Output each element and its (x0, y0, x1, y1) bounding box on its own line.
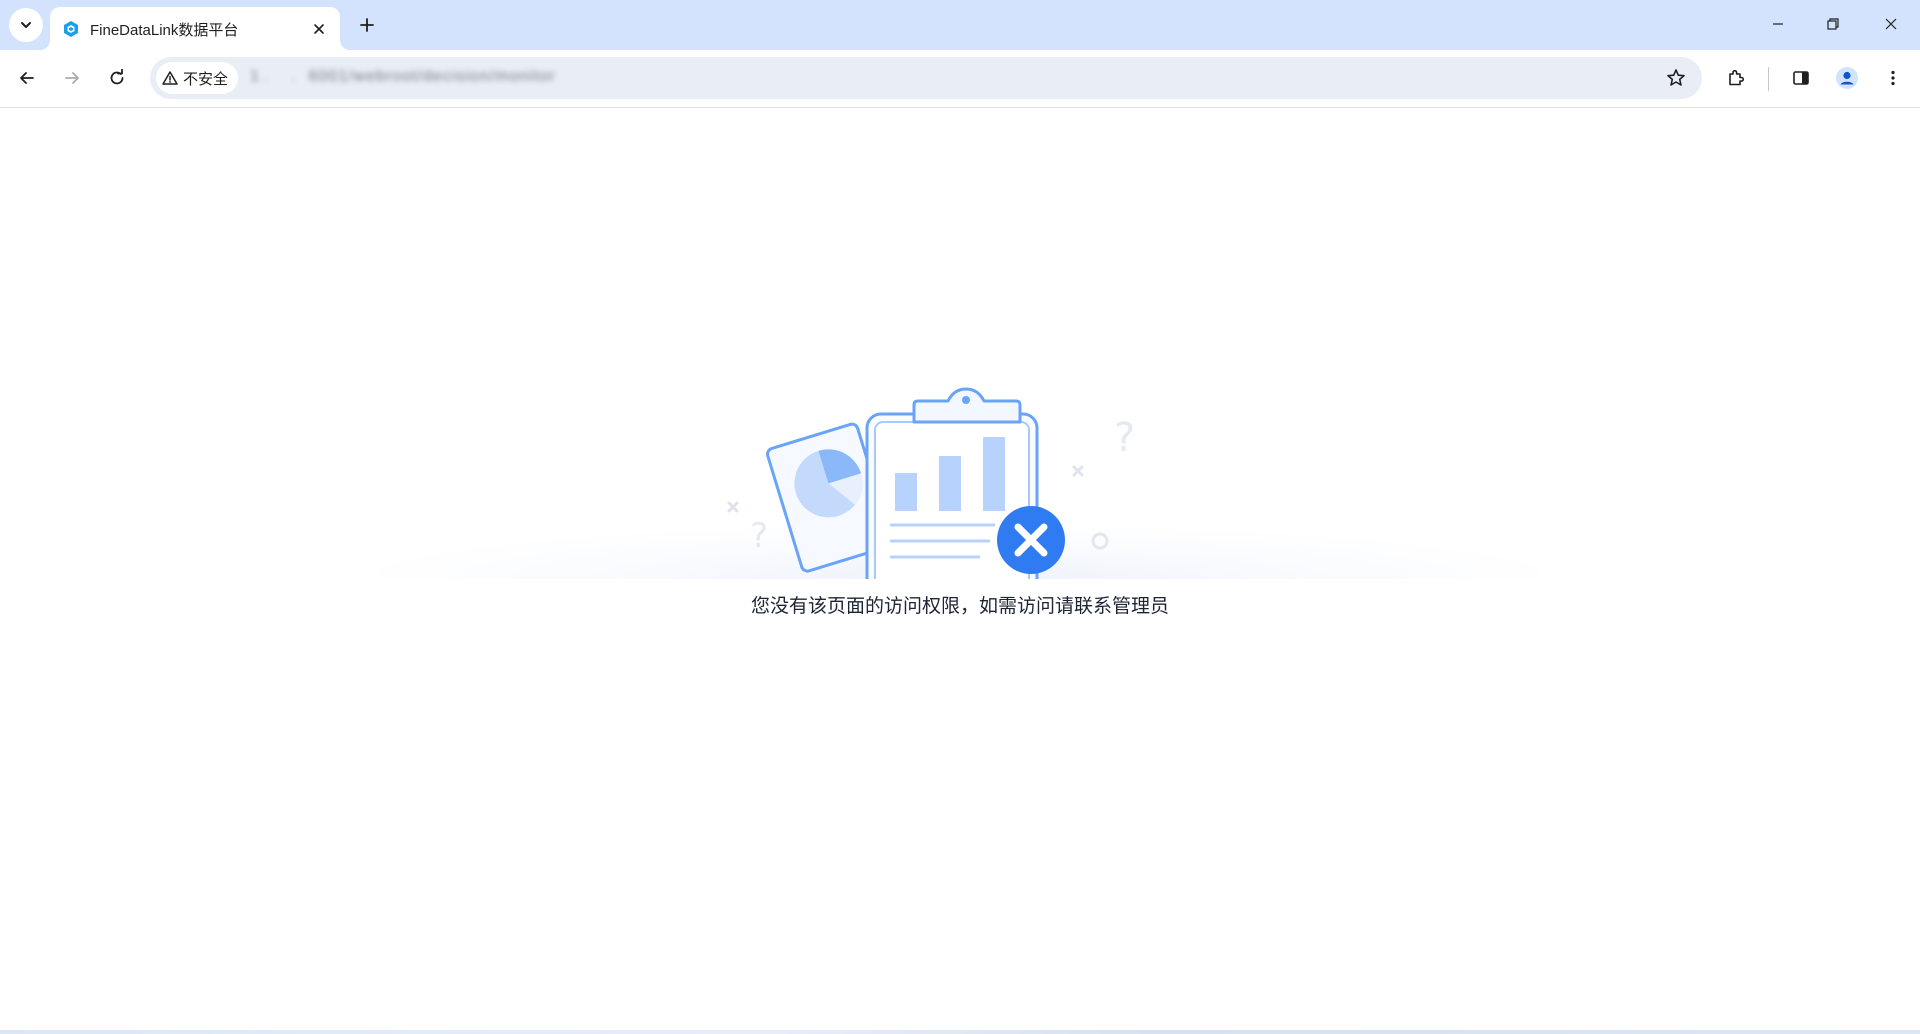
warning-triangle-icon (162, 71, 178, 85)
browser-window: FineDataLink数据平台 不安全 1 . . 6001/webroot/… (0, 0, 1920, 1034)
active-tab[interactable]: FineDataLink数据平台 (50, 7, 340, 50)
avatar-icon (1836, 67, 1858, 89)
reload-button[interactable] (99, 60, 135, 96)
back-button[interactable] (9, 60, 45, 96)
reload-icon (110, 69, 124, 85)
tab-title: FineDataLink数据平台 (90, 22, 239, 39)
error-x-icon (997, 506, 1065, 574)
no-permission-message: 您没有该页面的访问权限，如需访问请联系管理员 (750, 596, 1169, 617)
minimize-icon (1773, 23, 1783, 25)
new-tab-button[interactable] (352, 10, 382, 40)
more-vertical-icon (1891, 70, 1895, 86)
window-close-button[interactable] (1869, 4, 1913, 44)
tab-close-button[interactable] (308, 18, 330, 40)
arrow-left-icon (20, 72, 34, 84)
security-chip[interactable]: 不安全 (156, 62, 239, 94)
svg-text:?: ? (1114, 415, 1135, 461)
plus-icon (360, 18, 374, 32)
close-icon (1885, 18, 1897, 30)
url-text[interactable]: 1 . . 6001/webroot/decision/monitor (250, 68, 556, 86)
tab-strip: FineDataLink数据平台 (0, 0, 1920, 50)
browser-toolbar: 不安全 1 . . 6001/webroot/decision/monitor (0, 50, 1920, 108)
arrow-right-icon (65, 72, 79, 84)
profile-button[interactable] (1829, 60, 1865, 96)
security-label: 不安全 (183, 70, 229, 88)
minimize-button[interactable] (1756, 4, 1800, 44)
address-bar[interactable]: 不安全 1 . . 6001/webroot/decision/monitor (150, 57, 1702, 99)
extensions-button[interactable] (1718, 60, 1754, 96)
chevron-down-icon (21, 22, 31, 28)
restore-button[interactable] (1811, 4, 1855, 44)
toolbar-divider (1768, 67, 1769, 91)
tab-search-button[interactable] (9, 8, 43, 42)
restore-icon (1827, 18, 1839, 30)
svg-text:?: ? (750, 516, 768, 556)
close-icon (314, 24, 324, 34)
puzzle-icon (1729, 69, 1745, 86)
no-permission-illustration: ? ? (727, 387, 1135, 579)
side-panel-icon (1793, 71, 1809, 85)
side-panel-button[interactable] (1783, 60, 1819, 96)
finedatalink-logo-icon (64, 21, 78, 37)
forward-button[interactable] (54, 60, 90, 96)
page-content: ? ? 您没有该页面的访问权限，如需访问请联系管理员 (0, 109, 1920, 1034)
bottom-strip (0, 1030, 1920, 1034)
menu-button[interactable] (1875, 60, 1911, 96)
bookmark-button[interactable] (1660, 62, 1692, 94)
star-icon (1667, 69, 1685, 86)
